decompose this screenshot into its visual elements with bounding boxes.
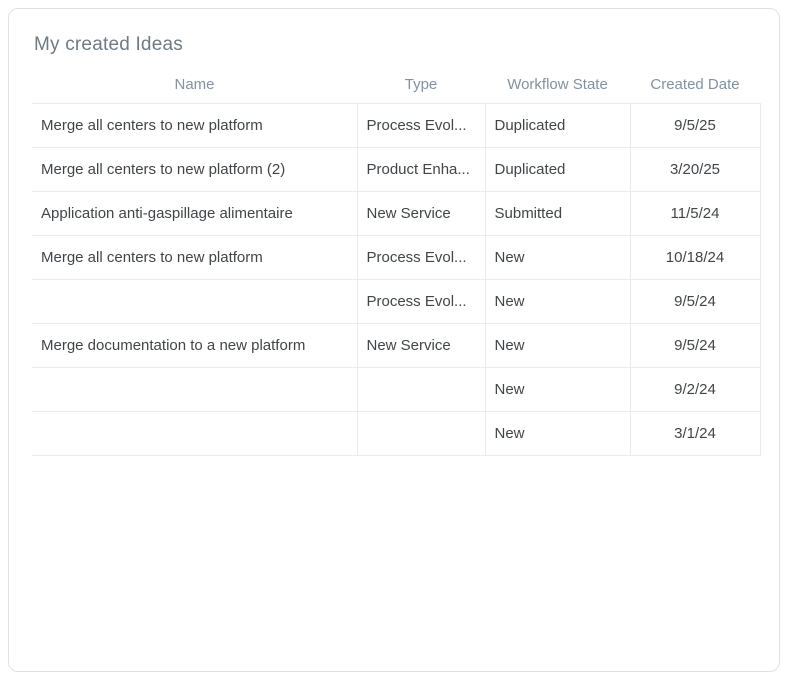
- table-cell-created-date: 9/5/24: [630, 323, 760, 367]
- table-cell-type: [357, 411, 485, 455]
- table-row[interactable]: Merge all centers to new platform (2) Pr…: [32, 147, 760, 191]
- table-cell-created-date: 9/2/24: [630, 367, 760, 411]
- table-cell-workflow-state: New: [485, 279, 630, 323]
- table-cell-type: Process Evol...: [357, 279, 485, 323]
- table-cell-created-date: 3/20/25: [630, 147, 760, 191]
- table-cell-name: [32, 367, 357, 411]
- table-cell-name: [32, 411, 357, 455]
- header-row: Name Type Workflow State Created Date: [32, 67, 760, 103]
- table-cell-created-date: 10/18/24: [630, 235, 760, 279]
- table-cell-workflow-state: New: [485, 235, 630, 279]
- table-cell-name: Merge all centers to new platform: [32, 235, 357, 279]
- ideas-table: Name Type Workflow State Created Date Me…: [32, 67, 761, 456]
- column-header-workflow-state[interactable]: Workflow State: [485, 67, 630, 103]
- table-row[interactable]: Merge all centers to new platform Proces…: [32, 235, 760, 279]
- table-row[interactable]: Merge documentation to a new platform Ne…: [32, 323, 760, 367]
- table-row[interactable]: New 9/2/24: [32, 367, 760, 411]
- ideas-table-body: Merge all centers to new platform Proces…: [32, 103, 760, 455]
- table-cell-workflow-state: Duplicated: [485, 147, 630, 191]
- table-row[interactable]: Process Evol... New 9/5/24: [32, 279, 760, 323]
- table-cell-type: Process Evol...: [357, 235, 485, 279]
- table-cell-type: [357, 367, 485, 411]
- table-row[interactable]: New 3/1/24: [32, 411, 760, 455]
- table-cell-name: Merge documentation to a new platform: [32, 323, 357, 367]
- column-header-name[interactable]: Name: [32, 67, 357, 103]
- table-cell-name: Application anti-gaspillage alimentaire: [32, 191, 357, 235]
- table-cell-workflow-state: New: [485, 323, 630, 367]
- table-cell-workflow-state: New: [485, 367, 630, 411]
- table-cell-name: Merge all centers to new platform: [32, 103, 357, 147]
- table-cell-type: New Service: [357, 191, 485, 235]
- column-header-created-date[interactable]: Created Date: [630, 67, 760, 103]
- table-cell-name: Merge all centers to new platform (2): [32, 147, 357, 191]
- table-cell-created-date: 9/5/25: [630, 103, 760, 147]
- table-cell-created-date: 3/1/24: [630, 411, 760, 455]
- table-cell-workflow-state: Submitted: [485, 191, 630, 235]
- table-cell-created-date: 11/5/24: [630, 191, 760, 235]
- table-row[interactable]: Merge all centers to new platform Proces…: [32, 103, 760, 147]
- my-created-ideas-card: My created Ideas Name Type Workflow Stat…: [8, 8, 780, 672]
- table-cell-type: Product Enha...: [357, 147, 485, 191]
- ideas-table-header: Name Type Workflow State Created Date: [32, 67, 760, 103]
- table-cell-workflow-state: New: [485, 411, 630, 455]
- table-cell-type: Process Evol...: [357, 103, 485, 147]
- card-title: My created Ideas: [34, 34, 779, 56]
- table-cell-workflow-state: Duplicated: [485, 103, 630, 147]
- table-cell-created-date: 9/5/24: [630, 279, 760, 323]
- table-cell-type: New Service: [357, 323, 485, 367]
- column-header-type[interactable]: Type: [357, 67, 485, 103]
- table-row[interactable]: Application anti-gaspillage alimentaire …: [32, 191, 760, 235]
- table-cell-name: [32, 279, 357, 323]
